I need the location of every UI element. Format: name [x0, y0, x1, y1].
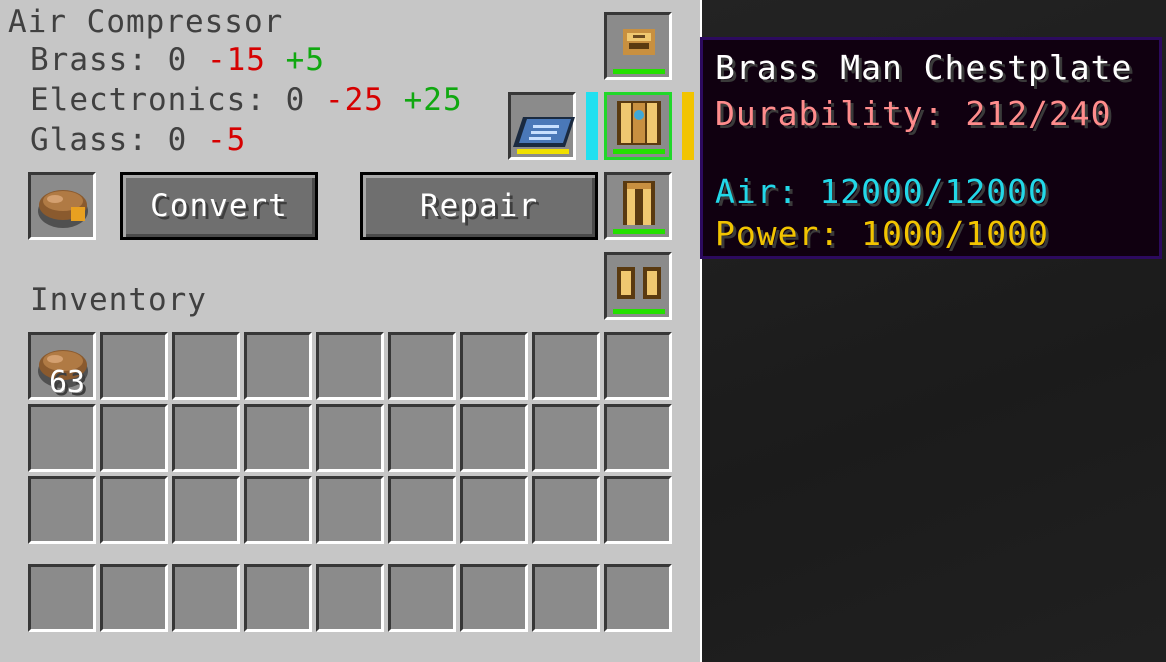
hotbar-slot[interactable]	[172, 564, 240, 632]
inventory-slot[interactable]	[172, 404, 240, 472]
brass-leggings-icon	[623, 181, 655, 225]
inventory-slot[interactable]	[604, 404, 672, 472]
inventory-slot[interactable]	[532, 332, 600, 400]
inventory-slot[interactable]: 63	[28, 332, 96, 400]
tooltip-air: Air: 12000/12000	[715, 172, 1049, 211]
inventory-slot[interactable]	[460, 404, 528, 472]
inventory-slot[interactable]	[532, 404, 600, 472]
inventory-slot[interactable]	[316, 332, 384, 400]
inventory-label: Inventory	[30, 282, 207, 318]
hotbar-slot[interactable]	[100, 564, 168, 632]
inventory-slot[interactable]	[532, 476, 600, 544]
repair-button[interactable]: Repair	[360, 172, 598, 240]
chestplate-slot[interactable]	[604, 92, 672, 160]
brass-boots-icon	[617, 267, 661, 299]
inventory-slot[interactable]	[316, 404, 384, 472]
brass-helmet-icon	[623, 29, 655, 55]
inventory-slot[interactable]	[244, 332, 312, 400]
inventory-slot[interactable]	[28, 476, 96, 544]
cost-brass: Brass: 0 -15 +5	[30, 42, 325, 78]
item-tooltip: Brass Man Chestplate Durability: 212/240…	[700, 37, 1162, 259]
hotbar-slot[interactable]	[28, 564, 96, 632]
circuit-book-icon	[513, 117, 575, 147]
cake-icon	[38, 190, 88, 228]
inventory-slot[interactable]	[100, 476, 168, 544]
helmet-slot[interactable]	[604, 12, 672, 80]
inventory-slot[interactable]	[388, 332, 456, 400]
hotbar-slot[interactable]	[460, 564, 528, 632]
power-gauge	[682, 92, 694, 160]
inventory-slot[interactable]	[100, 332, 168, 400]
inventory-slot[interactable]	[244, 404, 312, 472]
hotbar-slot[interactable]	[244, 564, 312, 632]
inventory-slot[interactable]	[172, 332, 240, 400]
hotbar-slot[interactable]	[316, 564, 384, 632]
inventory-slot[interactable]	[244, 476, 312, 544]
screen-title: Air Compressor	[8, 4, 284, 40]
inventory-slot[interactable]	[460, 476, 528, 544]
convert-button[interactable]: Convert	[120, 172, 318, 240]
leggings-slot[interactable]	[604, 172, 672, 240]
hotbar-slot[interactable]	[604, 564, 672, 632]
tooltip-durability: Durability: 212/240	[715, 94, 1112, 133]
inventory-slot[interactable]	[172, 476, 240, 544]
stack-count: 63	[49, 365, 86, 400]
air-gauge	[586, 92, 598, 160]
inventory-slot[interactable]	[316, 476, 384, 544]
brass-chestplate-icon	[617, 101, 661, 145]
cost-electronics: Electronics: 0 -25 +25	[30, 82, 463, 118]
inventory-slot[interactable]	[460, 332, 528, 400]
boots-slot[interactable]	[604, 252, 672, 320]
inventory-slot[interactable]	[604, 476, 672, 544]
inventory-slot[interactable]	[388, 476, 456, 544]
inventory-slot[interactable]	[388, 404, 456, 472]
hotbar-slot[interactable]	[532, 564, 600, 632]
hotbar-slot[interactable]	[388, 564, 456, 632]
inventory-slot[interactable]	[28, 404, 96, 472]
air-compressor-panel: Air Compressor Brass: 0 -15 +5 Electroni…	[0, 0, 702, 662]
tooltip-power: Power: 1000/1000	[715, 214, 1049, 253]
inventory-slot[interactable]	[100, 404, 168, 472]
input-slot[interactable]	[28, 172, 96, 240]
upgrade-slot[interactable]	[508, 92, 576, 160]
cost-glass: Glass: 0 -5	[30, 122, 247, 158]
inventory-slot[interactable]	[604, 332, 672, 400]
tooltip-item-name: Brass Man Chestplate	[715, 48, 1133, 87]
